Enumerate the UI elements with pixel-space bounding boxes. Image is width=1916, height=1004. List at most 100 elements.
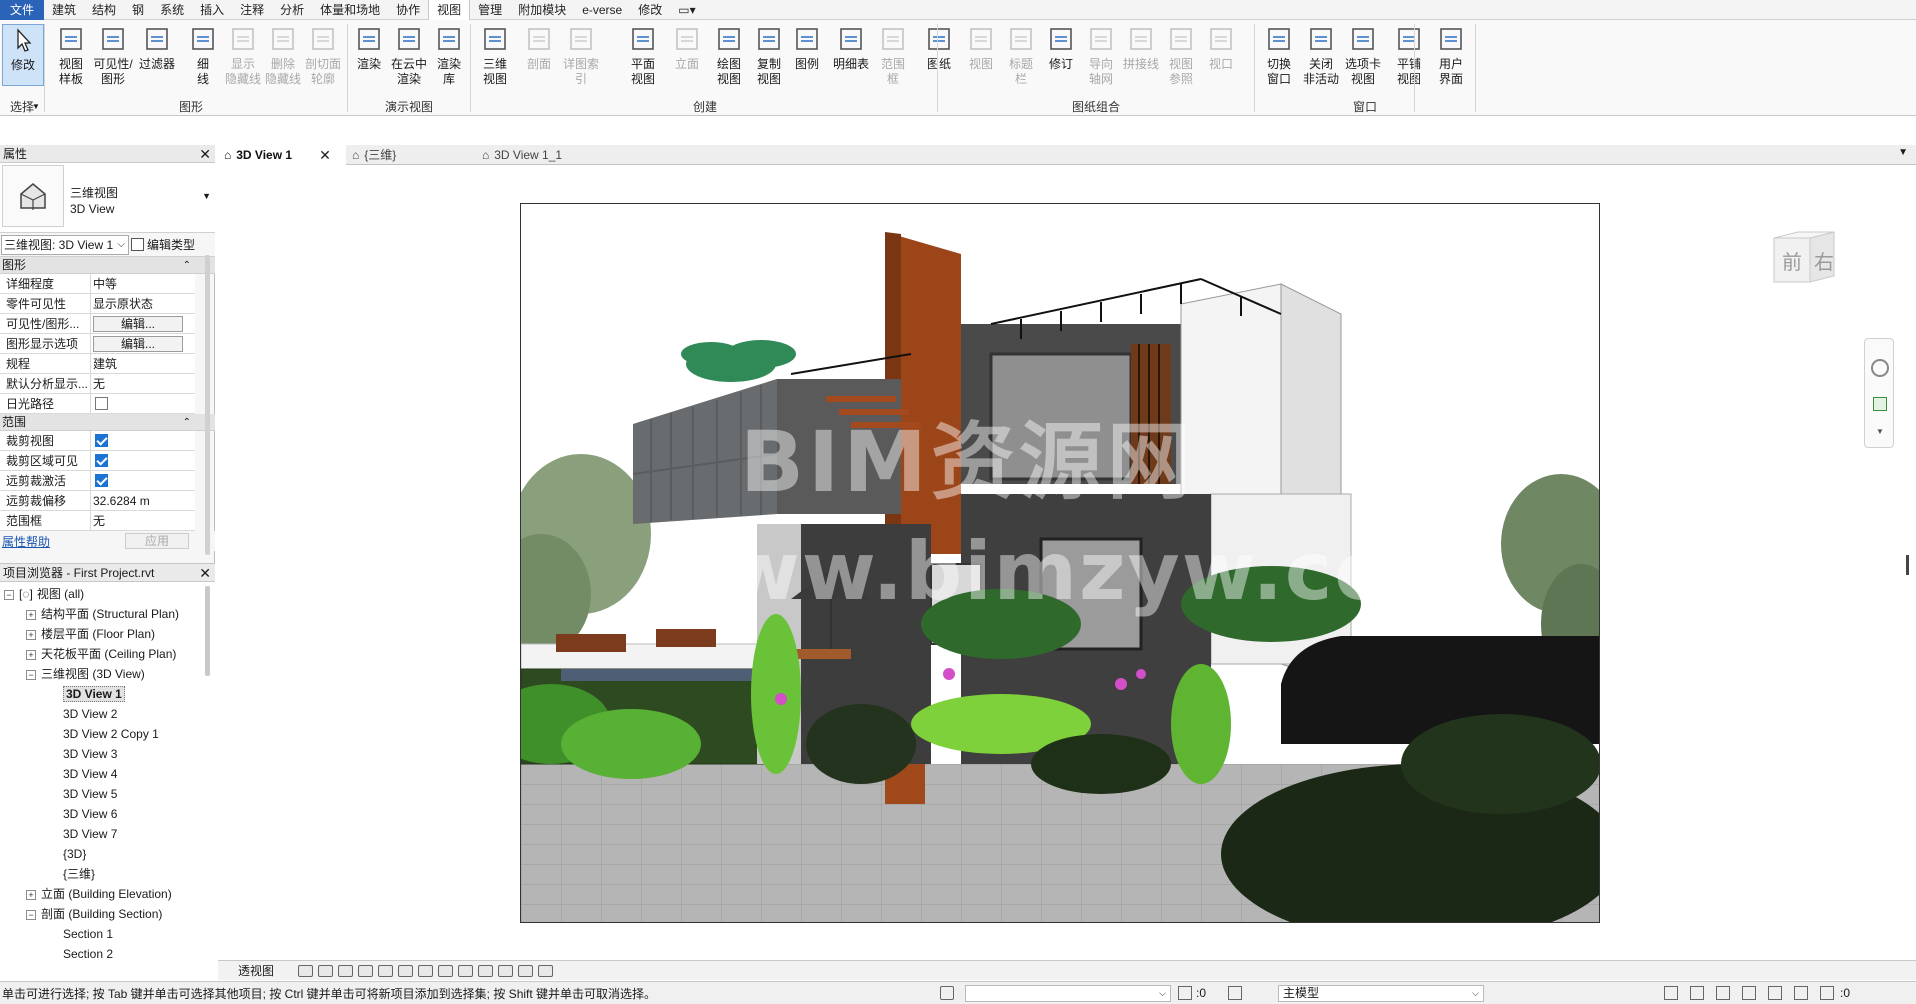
ribbon-button[interactable]: 拼接线 bbox=[1120, 24, 1162, 94]
property-value[interactable]: 无 bbox=[91, 511, 195, 530]
select-filter-icon[interactable] bbox=[1178, 986, 1192, 1000]
menu-tab[interactable]: 结构 bbox=[84, 0, 124, 20]
detail-level-icon[interactable] bbox=[298, 964, 314, 977]
workset-dropdown[interactable]: ⌵ bbox=[965, 985, 1171, 1002]
select-dropdown-icon[interactable]: ▼ bbox=[32, 102, 40, 111]
collapse-icon[interactable]: − bbox=[26, 909, 36, 920]
crop-view-icon[interactable] bbox=[398, 964, 414, 977]
render-icon[interactable] bbox=[378, 964, 394, 977]
browser-node[interactable]: − 三维视图 (3D View) bbox=[0, 664, 205, 684]
viewcube-right-label[interactable]: 右 bbox=[1814, 246, 1834, 275]
ribbon-button[interactable]: 过滤器 bbox=[136, 24, 178, 94]
property-value[interactable]: 建筑 bbox=[91, 354, 195, 373]
browser-node[interactable]: 3D View 6 bbox=[0, 804, 205, 824]
ribbon-button[interactable]: 立面 bbox=[666, 24, 708, 94]
browser-node[interactable]: Section 1 bbox=[0, 924, 205, 944]
editable-only-icon[interactable] bbox=[1228, 986, 1242, 1000]
view-mode-label[interactable]: 透视图 bbox=[238, 962, 274, 979]
ribbon-button[interactable]: 绘图 视图 bbox=[708, 24, 750, 94]
ribbon-button[interactable]: 剖切面 轮廓 bbox=[302, 24, 344, 94]
zoom-icon[interactable] bbox=[1873, 397, 1887, 411]
properties-help-link[interactable]: 属性帮助 bbox=[2, 533, 50, 550]
viewcube-front-label[interactable]: 前 bbox=[1782, 246, 1802, 275]
ribbon-button[interactable]: 三维 视图 bbox=[474, 24, 516, 94]
property-checkbox[interactable] bbox=[95, 454, 108, 467]
ribbon-button[interactable]: 平铺 视图 bbox=[1388, 24, 1430, 94]
select-links-icon[interactable] bbox=[1664, 986, 1678, 1000]
lock-view-icon[interactable] bbox=[438, 964, 454, 977]
sun-path-icon[interactable] bbox=[338, 964, 354, 977]
browser-node[interactable]: + 楼层平面 (Floor Plan) bbox=[0, 624, 205, 644]
select-pinned-icon[interactable] bbox=[1716, 986, 1730, 1000]
ribbon-button[interactable]: 视图 参照 bbox=[1160, 24, 1202, 94]
menu-tab[interactable]: 附加模块 bbox=[510, 0, 574, 20]
view-tab[interactable]: ⌂ {三维} bbox=[346, 145, 476, 165]
browser-node[interactable]: 3D View 5 bbox=[0, 784, 205, 804]
browser-node[interactable]: − 剖面 (Building Section) bbox=[0, 904, 205, 924]
ribbon-button[interactable]: 标题 栏 bbox=[1000, 24, 1042, 94]
property-section-header[interactable]: 范围 ⌃ bbox=[0, 414, 215, 431]
collapse-icon[interactable]: ⌃ bbox=[183, 414, 191, 431]
edit-type-button[interactable]: 编辑类型 bbox=[131, 236, 195, 253]
canvas-scroll-handle[interactable] bbox=[1906, 555, 1909, 575]
ribbon-button[interactable]: 渲染 bbox=[348, 24, 390, 94]
browser-node[interactable]: 3D View 1 bbox=[0, 684, 205, 704]
filter-icon[interactable] bbox=[1820, 986, 1834, 1000]
background-process-icon[interactable] bbox=[1794, 986, 1808, 1000]
ribbon-button[interactable]: 平面 视图 bbox=[622, 24, 664, 94]
browser-node[interactable]: + 立面 (Building Elevation) bbox=[0, 884, 205, 904]
property-checkbox[interactable] bbox=[95, 434, 108, 447]
edit-button[interactable]: 编辑... bbox=[93, 336, 183, 352]
type-selector[interactable]: 三维视图 3D View ▼ bbox=[0, 163, 215, 233]
collapse-icon[interactable]: − bbox=[26, 669, 36, 680]
shadows-icon[interactable] bbox=[358, 964, 374, 977]
reveal-hidden-icon[interactable] bbox=[478, 964, 494, 977]
select-underlay-icon[interactable] bbox=[1690, 986, 1704, 1000]
viewcube[interactable]: 前 右 bbox=[1770, 228, 1842, 288]
ribbon-button[interactable]: 可见性/ 图形 bbox=[92, 24, 134, 94]
menu-tab[interactable]: 注释 bbox=[232, 0, 272, 20]
menu-tab[interactable]: 建筑 bbox=[44, 0, 84, 20]
ribbon-button[interactable]: 视图 样板 bbox=[50, 24, 92, 94]
browser-node[interactable]: − [◌] 视图 (all) bbox=[0, 584, 205, 604]
property-value[interactable]: 显示原状态 bbox=[91, 294, 195, 313]
menu-tab[interactable]: 分析 bbox=[272, 0, 312, 20]
crop-region-icon[interactable] bbox=[418, 964, 434, 977]
menu-tab[interactable]: e-verse bbox=[574, 0, 630, 20]
ribbon-button[interactable]: 切换 窗口 bbox=[1258, 24, 1300, 94]
view-tab[interactable]: ⌂ 3D View 1_1 bbox=[476, 145, 616, 165]
property-value[interactable]: 32.6284 m bbox=[91, 491, 195, 510]
property-checkbox[interactable] bbox=[95, 474, 108, 487]
browser-node[interactable]: 3D View 2 Copy 1 bbox=[0, 724, 205, 744]
property-value[interactable]: 无 bbox=[91, 374, 195, 393]
ribbon-button[interactable]: 复制 视图 bbox=[748, 24, 790, 94]
menu-tab[interactable]: 视图 bbox=[428, 0, 471, 20]
menu-tab[interactable]: 体量和场地 bbox=[312, 0, 388, 20]
design-option-dropdown[interactable]: 主模型 ⌵ bbox=[1278, 985, 1484, 1002]
ribbon-button[interactable]: 视图 bbox=[960, 24, 1002, 94]
ribbon-button[interactable]: 删除 隐藏线 bbox=[262, 24, 304, 94]
browser-node[interactable]: {三维} bbox=[0, 864, 205, 884]
ribbon-button[interactable]: 显示 隐藏线 bbox=[222, 24, 264, 94]
expand-icon[interactable]: + bbox=[26, 649, 36, 660]
steering-wheel-icon[interactable] bbox=[1871, 359, 1889, 377]
ribbon-button[interactable]: 范围 框 bbox=[872, 24, 914, 94]
view-tab[interactable]: ⌂ 3D View 1 ✕ bbox=[218, 145, 346, 165]
collapse-icon[interactable]: − bbox=[4, 589, 14, 600]
collapse-icon[interactable]: ⌃ bbox=[183, 257, 191, 274]
ribbon-button[interactable]: 修改 bbox=[2, 24, 44, 86]
tabs-overflow-icon[interactable]: ▼ bbox=[1898, 147, 1908, 158]
ribbon-button[interactable]: 在云中 渲染 bbox=[388, 24, 430, 94]
ribbon-button[interactable]: 选项卡 视图 bbox=[1342, 24, 1384, 94]
ribbon-button[interactable]: 关闭 非活动 bbox=[1300, 24, 1342, 94]
menu-tab[interactable]: 管理 bbox=[470, 0, 510, 20]
property-value[interactable]: 中等 bbox=[91, 274, 195, 293]
menu-tab[interactable]: 协作 bbox=[388, 0, 428, 20]
visual-style-icon[interactable] bbox=[318, 964, 334, 977]
ribbon-button[interactable]: 修订 bbox=[1040, 24, 1082, 94]
expand-icon[interactable]: + bbox=[26, 889, 36, 900]
analysis-display-icon[interactable] bbox=[518, 964, 534, 977]
menu-tab[interactable]: 钢 bbox=[124, 0, 152, 20]
properties-scrollbar[interactable] bbox=[205, 255, 210, 555]
menu-tab[interactable]: 文件 bbox=[0, 0, 45, 20]
